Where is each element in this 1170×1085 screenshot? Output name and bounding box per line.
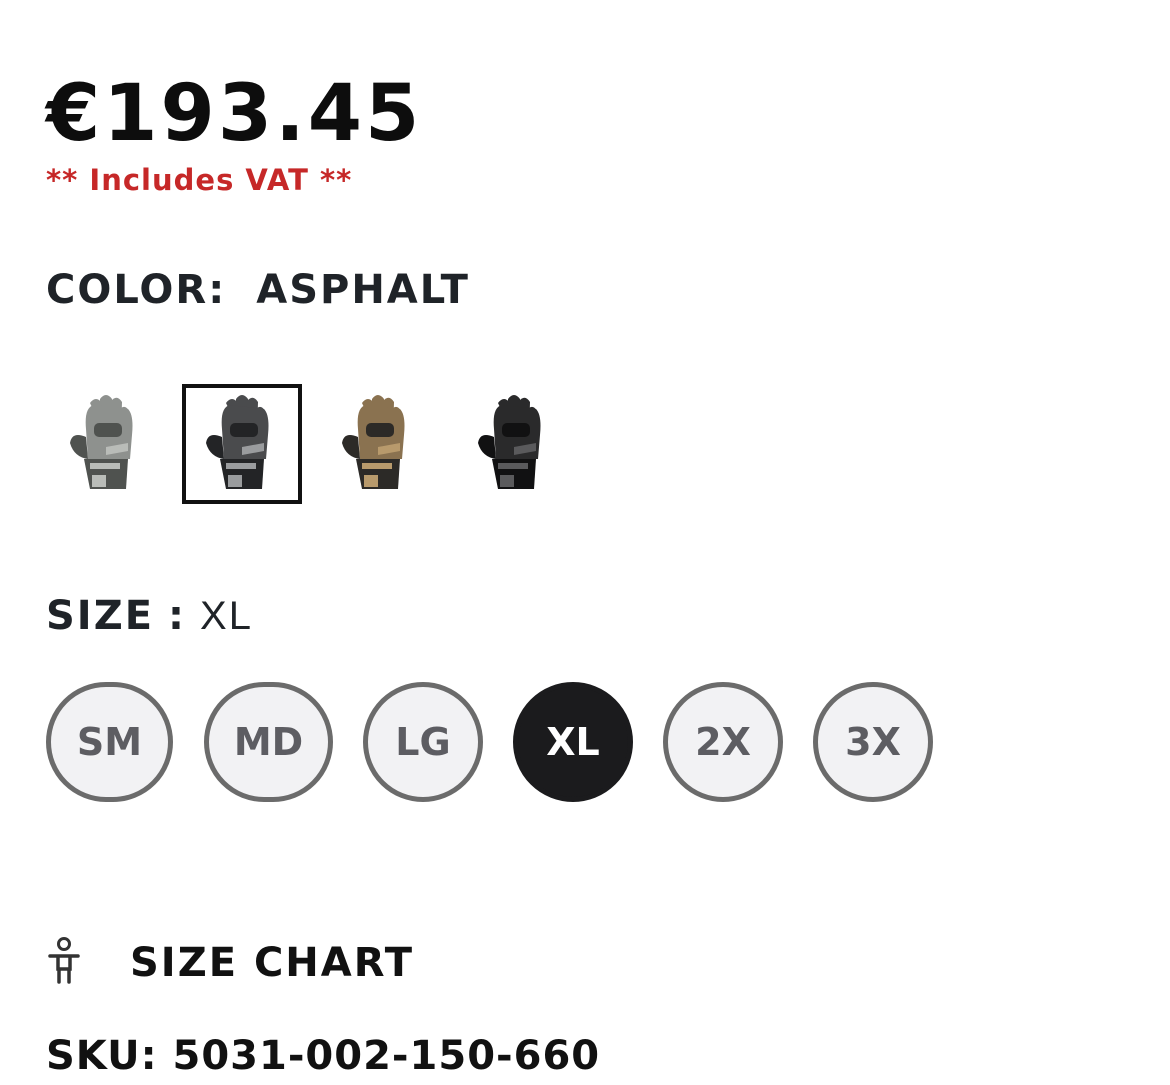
size-option-2x[interactable]: 2X — [663, 682, 783, 802]
size-selection-label: SIZE : XL — [46, 592, 253, 640]
glove-image — [70, 395, 133, 489]
color-swatch-black[interactable] — [454, 384, 574, 504]
glove-image — [478, 395, 541, 489]
vat-note: ** Includes VAT ** — [46, 163, 353, 197]
size-chart-label: SIZE CHART — [130, 939, 415, 986]
glove-image — [342, 395, 405, 489]
color-swatch-tan[interactable] — [318, 384, 438, 504]
color-swatches — [46, 384, 574, 504]
product-price: €193.45 — [46, 69, 423, 159]
size-option-sm[interactable]: SM — [46, 682, 173, 802]
size-option-xl[interactable]: XL — [513, 682, 633, 802]
color-selection-label: COLOR: ASPHALT — [46, 266, 470, 314]
color-value: ASPHALT — [256, 267, 470, 313]
person-icon — [46, 936, 82, 989]
size-option-3x[interactable]: 3X — [813, 682, 933, 802]
sku: SKU: 5031-002-150-660 — [46, 1033, 601, 1079]
size-label: SIZE — [46, 593, 155, 639]
color-swatch-gray[interactable] — [46, 384, 166, 504]
size-chart-link[interactable]: SIZE CHART — [46, 936, 414, 989]
size-value: XL — [200, 594, 253, 638]
size-option-md[interactable]: MD — [204, 682, 333, 802]
size-option-lg[interactable]: LG — [363, 682, 483, 802]
glove-image — [206, 395, 269, 489]
color-swatch-asphalt[interactable] — [182, 384, 302, 504]
color-label: COLOR: — [46, 267, 227, 313]
size-separator: : — [168, 593, 187, 639]
